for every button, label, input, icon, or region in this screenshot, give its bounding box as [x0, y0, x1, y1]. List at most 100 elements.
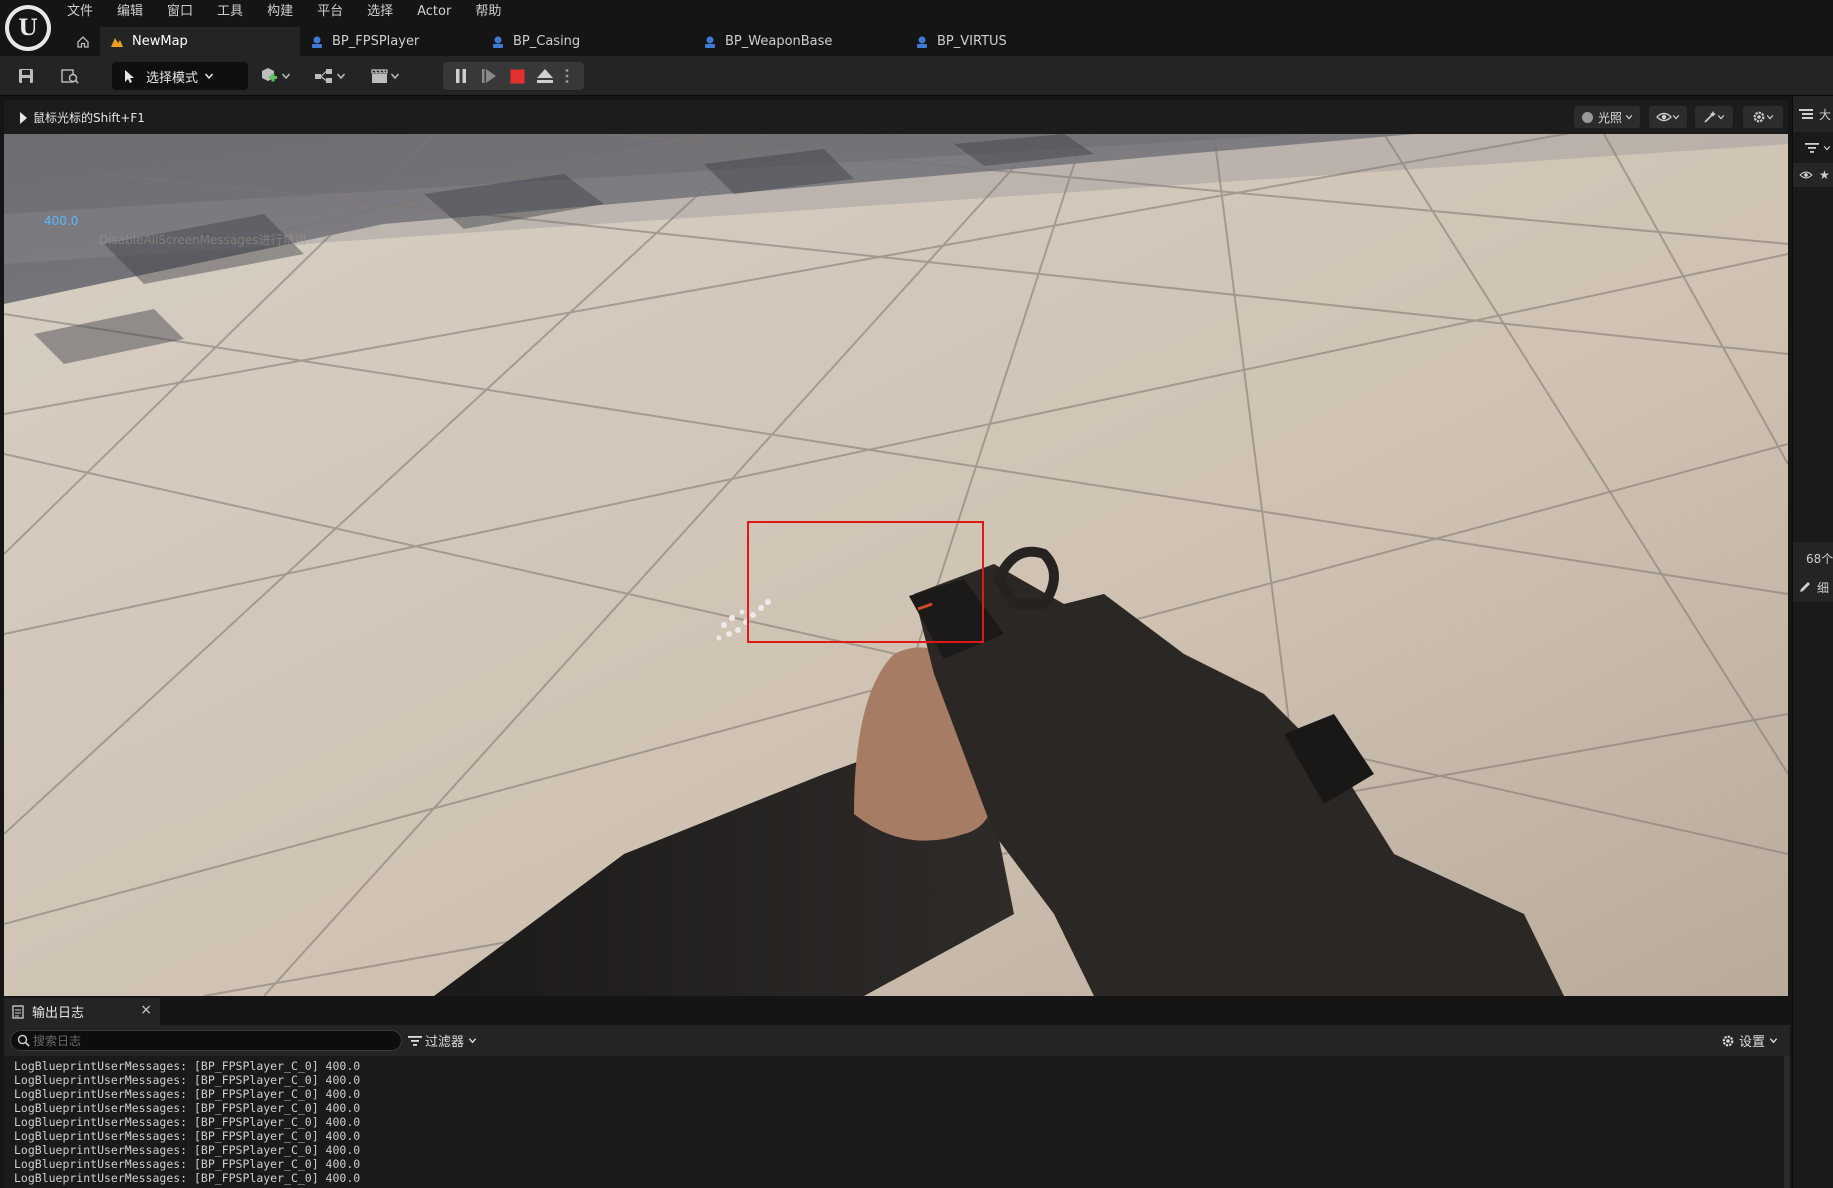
tab-label: BP_WeaponBase [725, 34, 833, 49]
step-frame-button[interactable] [475, 62, 503, 90]
tab-bp-casing[interactable]: BP_Casing [481, 27, 693, 56]
log-lines[interactable]: LogBlueprintUserMessages: [BP_FPSPlayer_… [4, 1056, 1786, 1188]
more-vertical-icon [565, 69, 569, 83]
chevron-down-icon [1717, 115, 1725, 120]
blueprint-icon [493, 36, 503, 48]
chevron-down-icon [1823, 146, 1831, 151]
home-tab[interactable] [66, 27, 100, 56]
menu-file[interactable]: 文件 [67, 0, 105, 24]
output-log-panel: 输出日志 × 搜索日志 过滤器 设置 LogBlueprintUserMessa… [0, 998, 1790, 1188]
log-line: LogBlueprintUserMessages: [BP_FPSPlayer_… [14, 1143, 361, 1157]
tab-bp-virtus[interactable]: BP_VIRTUS [905, 27, 1105, 56]
select-mode-dropdown[interactable]: 选择模式 [112, 62, 248, 90]
pencil-icon [1800, 582, 1810, 592]
pause-button[interactable] [447, 62, 475, 90]
gear-icon [1722, 1035, 1734, 1046]
content-browser-button[interactable] [57, 62, 83, 90]
menu-window[interactable]: 窗口 [167, 0, 205, 24]
blueprint-icon [312, 36, 322, 48]
outliner-footer: 68个 [1793, 542, 1833, 572]
outliner-tab[interactable]: 大 [1799, 102, 1833, 126]
menu-edit[interactable]: 编辑 [117, 0, 155, 24]
filter-icon [1805, 143, 1819, 153]
magic-wand-icon [1704, 111, 1716, 123]
unreal-logo-icon[interactable]: U [5, 5, 51, 51]
eject-button[interactable] [531, 62, 559, 90]
log-scrollbar[interactable] [1784, 1056, 1790, 1188]
log-line: LogBlueprintUserMessages: [BP_FPSPlayer_… [14, 1073, 361, 1087]
log-search-input[interactable]: 搜索日志 [10, 1030, 402, 1051]
outliner-column-header: ★ [1793, 163, 1833, 187]
close-icon[interactable]: × [140, 1002, 152, 1018]
chevron-down-icon [1672, 115, 1680, 120]
chevron-down-icon [1769, 1038, 1778, 1044]
output-log-tabbar: 输出日志 × [0, 998, 1790, 1025]
tab-label: BP_FPSPlayer [332, 34, 420, 49]
chevron-down-icon [1625, 115, 1633, 120]
details-tab[interactable]: 细 [1793, 572, 1833, 602]
blueprints-button[interactable] [311, 62, 349, 90]
menu-select[interactable]: 选择 [367, 0, 405, 24]
eject-icon [537, 69, 553, 83]
sphere-icon [1581, 111, 1593, 123]
menu-bar: 文件 编辑 窗口 工具 构建 平台 选择 Actor 帮助 [67, 0, 525, 24]
menu-actor[interactable]: Actor [417, 0, 463, 24]
cinematics-button[interactable] [366, 62, 404, 90]
log-line: LogBlueprintUserMessages: [BP_FPSPlayer_… [14, 1059, 361, 1073]
log-search-placeholder: 搜索日志 [33, 1034, 82, 1048]
gear-icon [1753, 111, 1765, 123]
document-tabs: NewMap BP_FPSPlayer BP_Casing BP_WeaponB… [66, 27, 1833, 56]
tab-label: NewMap [132, 34, 188, 49]
menu-build[interactable]: 构建 [267, 0, 305, 24]
lighting-mode-dropdown[interactable]: 光照 [1574, 106, 1640, 128]
log-settings-button[interactable]: 设置 [1721, 1030, 1778, 1051]
mouse-release-hint: 鼠标光标的Shift+F1 [20, 109, 145, 126]
outliner-header: 大 [1793, 96, 1833, 132]
details-tab-label: 细 [1817, 581, 1830, 595]
tab-newmap[interactable]: NewMap [100, 27, 300, 56]
add-actor-button[interactable] [256, 62, 294, 90]
chevron-down-icon [204, 73, 214, 80]
home-icon [77, 35, 89, 48]
stop-icon [510, 69, 524, 83]
actor-count: 68个 [1806, 552, 1833, 566]
output-log-tab[interactable]: 输出日志 × [4, 998, 160, 1025]
clapper-icon [371, 69, 388, 83]
log-line: LogBlueprintUserMessages: [BP_FPSPlayer_… [14, 1115, 361, 1129]
blueprint-icon [705, 36, 715, 48]
save-icon [19, 69, 33, 83]
star-icon: ★ [1819, 168, 1830, 182]
chevron-down-icon [1766, 115, 1774, 120]
more-options-button[interactable] [557, 62, 577, 90]
mouse-release-hint-text: 鼠标光标的Shift+F1 [33, 111, 145, 125]
tab-bp-fpsplayer[interactable]: BP_FPSPlayer [300, 27, 481, 56]
title-bar: U 文件 编辑 窗口 工具 构建 平台 选择 Actor 帮助 NewMap B… [0, 0, 1833, 56]
log-line: LogBlueprintUserMessages: [BP_FPSPlayer_… [14, 1157, 361, 1171]
blueprint-graph-icon [315, 69, 332, 83]
menu-help[interactable]: 帮助 [475, 0, 513, 24]
search-icon [17, 1034, 30, 1047]
stop-button[interactable] [503, 62, 531, 90]
select-mode-label: 选择模式 [146, 70, 199, 86]
main-toolbar: 选择模式 [0, 56, 1833, 96]
select-mode-icon [125, 70, 134, 83]
viewport-settings-dropdown[interactable] [1743, 106, 1783, 128]
outliner-filter-button[interactable] [1805, 136, 1833, 160]
menu-tools[interactable]: 工具 [217, 0, 255, 24]
step-frame-icon [482, 69, 496, 83]
screen-debug-value: 400.0 [44, 214, 79, 228]
log-line: LogBlueprintUserMessages: [BP_FPSPlayer_… [14, 1171, 361, 1185]
log-line: LogBlueprintUserMessages: [BP_FPSPlayer_… [14, 1129, 361, 1143]
viewport-header: 鼠标光标的Shift+F1 光照 [4, 100, 1788, 134]
log-line: LogBlueprintUserMessages: [BP_FPSPlayer_… [14, 1101, 361, 1115]
menu-platform[interactable]: 平台 [317, 0, 355, 24]
outliner-panel: 大 ★ 68个 细 [1792, 96, 1833, 1188]
show-flags-dropdown[interactable] [1649, 106, 1687, 128]
highlight-box [747, 521, 984, 643]
chevron-down-icon [336, 73, 346, 80]
blueprint-icon [917, 36, 927, 48]
visualizer-dropdown[interactable] [1695, 106, 1733, 128]
save-button[interactable] [14, 62, 38, 90]
tab-bp-weaponbase[interactable]: BP_WeaponBase [693, 27, 905, 56]
log-filter-button[interactable]: 过滤器 [408, 1030, 477, 1051]
